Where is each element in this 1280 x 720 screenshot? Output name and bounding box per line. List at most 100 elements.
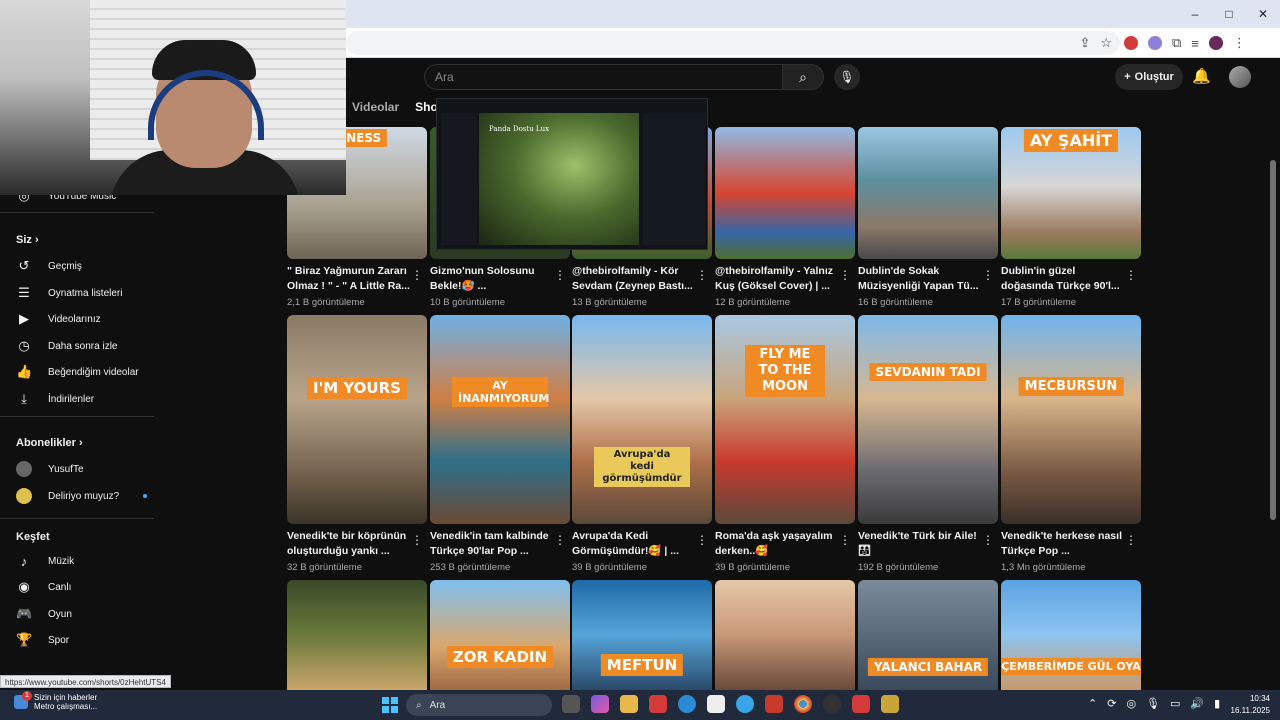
sidebar-item-music[interactable]: ♪ Müzik xyxy=(16,551,74,571)
sidebar-heading-subscriptions[interactable]: Abonelikler › xyxy=(16,437,83,449)
video-thumbnail[interactable] xyxy=(715,127,855,259)
sidebar-item-subscription[interactable]: Deliriyo muyuz? xyxy=(16,486,148,506)
edge-icon[interactable] xyxy=(678,695,696,713)
app-icon[interactable] xyxy=(765,695,783,713)
chevron-up-icon[interactable]: ⌃ xyxy=(1088,697,1097,710)
tray-app-icon[interactable]: ⟳ xyxy=(1107,697,1116,710)
notifications-bell-icon[interactable]: 🔔 xyxy=(1192,67,1211,85)
more-options-icon[interactable]: ⋮ xyxy=(554,268,566,282)
app-icon[interactable] xyxy=(736,695,754,713)
tab-videos[interactable]: Videolar xyxy=(352,100,399,122)
video-thumbnail[interactable]: FLY ME TO THE MOON xyxy=(715,315,855,524)
news-widget[interactable]: 1 Sizin için haberler Metro çalışması... xyxy=(14,691,97,711)
more-options-icon[interactable]: ⋮ xyxy=(411,533,423,547)
more-options-icon[interactable]: ⋮ xyxy=(1125,533,1137,547)
video-title[interactable]: Roma'da aşk yaşayalım derken..🥰 xyxy=(715,529,839,559)
app-icon[interactable] xyxy=(823,695,841,713)
video-thumbnail[interactable]: I'M YOURS xyxy=(287,315,427,524)
taskbar-clock[interactable]: 10:34 16.11.2025 xyxy=(1226,693,1270,717)
search-button[interactable]: ⌕ xyxy=(782,64,824,90)
video-title[interactable]: " Biraz Yağmurun Zararı Olmaz ! " - " A L… xyxy=(287,264,411,294)
view-count: 10 B görüntüleme xyxy=(430,297,505,308)
sidebar-item-label: Spor xyxy=(48,634,70,646)
tray-app-icon[interactable]: ◎ xyxy=(1126,697,1136,710)
app-icon[interactable] xyxy=(852,695,870,713)
account-avatar[interactable] xyxy=(1229,66,1251,88)
video-title[interactable]: @thebirolfamily - Kör Sevdam (Zeynep Bast… xyxy=(572,264,696,294)
bookmark-star-icon[interactable]: ☆ xyxy=(1100,35,1112,51)
extension-icon[interactable] xyxy=(1124,36,1138,50)
video-thumbnail[interactable]: YALANCI BAHAR xyxy=(858,580,998,690)
sidebar-item-history[interactable]: ↺ Geçmiş xyxy=(16,256,82,276)
more-options-icon[interactable]: ⋮ xyxy=(982,268,994,282)
voice-search-button[interactable]: 🎙 xyxy=(834,64,860,90)
file-explorer-icon[interactable] xyxy=(620,695,638,713)
reading-list-icon[interactable]: ≡ xyxy=(1191,36,1199,51)
sidebar-item-subscription[interactable]: YusufTe xyxy=(16,459,84,479)
video-thumbnail[interactable]: MECBURSUN xyxy=(1001,315,1141,524)
sidebar-item-liked-videos[interactable]: 👍 Beğendiğim videolar xyxy=(16,362,139,382)
sidebar-item-sports[interactable]: 🏆 Spor xyxy=(16,630,69,650)
video-thumbnail[interactable] xyxy=(858,127,998,259)
close-button[interactable]: ✕ xyxy=(1246,0,1280,28)
store-icon[interactable] xyxy=(707,695,725,713)
battery-icon[interactable]: ▮ xyxy=(1214,697,1220,710)
start-button[interactable] xyxy=(382,697,398,713)
minimize-button[interactable]: – xyxy=(1178,0,1212,28)
more-options-icon[interactable]: ⋮ xyxy=(1125,268,1137,282)
app-icon[interactable] xyxy=(649,695,667,713)
taskbar-search[interactable]: ⌕ Ara xyxy=(406,694,552,716)
video-title[interactable]: Venedik'te bir köprünün oluşturduğu yankı… xyxy=(287,529,411,559)
sidebar-item-your-videos[interactable]: ▶ Videolarınız xyxy=(16,309,101,329)
more-options-icon[interactable]: ⋮ xyxy=(411,268,423,282)
channel-avatar xyxy=(16,488,32,504)
sidebar-item-live[interactable]: ◉ Canlı xyxy=(16,577,71,597)
more-options-icon[interactable]: ⋮ xyxy=(839,533,851,547)
video-thumbnail[interactable]: MEFTUN xyxy=(572,580,712,690)
more-options-icon[interactable]: ⋮ xyxy=(554,533,566,547)
video-title[interactable]: Dublin'in güzel doğasında Türkçe 90'l... xyxy=(1001,264,1125,294)
app-icon[interactable] xyxy=(881,695,899,713)
video-thumbnail[interactable]: AY ŞAHİT xyxy=(1001,127,1141,259)
more-options-icon[interactable]: ⋮ xyxy=(696,268,708,282)
view-count: 12 B görüntüleme xyxy=(715,297,790,308)
video-thumbnail[interactable]: ÇEMBERİMDE GÜL OYA xyxy=(1001,580,1141,690)
more-options-icon[interactable]: ⋮ xyxy=(839,268,851,282)
volume-icon[interactable]: 🔊 xyxy=(1190,697,1204,710)
video-thumbnail[interactable]: Avrupa'da kedi görmüşümdür xyxy=(572,315,712,524)
video-thumbnail[interactable] xyxy=(287,580,427,690)
video-title[interactable]: Gizmo'nun Solosunu Bekle!🥵 ... xyxy=(430,264,554,294)
more-options-icon[interactable]: ⋮ xyxy=(982,533,994,547)
sidebar-item-downloads[interactable]: ⤓ İndirilenler xyxy=(16,389,94,409)
video-thumbnail[interactable]: SEVDANIN TADI xyxy=(858,315,998,524)
search-input[interactable]: Ara xyxy=(424,64,782,90)
video-title[interactable]: Venedik'te herkese nasıl Türkçe Pop ... xyxy=(1001,529,1125,559)
more-options-icon[interactable]: ⋮ xyxy=(696,533,708,547)
sidebar-item-watch-later[interactable]: ◷ Daha sonra izle xyxy=(16,336,117,356)
copilot-icon[interactable] xyxy=(591,695,609,713)
sidebar-heading-you[interactable]: Siz › xyxy=(16,234,39,246)
install-app-icon[interactable]: ⇪ xyxy=(1079,35,1090,51)
address-bar[interactable]: ⇪ ☆ xyxy=(346,31,1120,55)
video-thumbnail[interactable] xyxy=(715,580,855,690)
video-title[interactable]: Avrupa'da Kedi Görmüşümdür!🥰 | ... xyxy=(572,529,696,559)
sidebar-item-playlists[interactable]: ☰ Oynatma listeleri xyxy=(16,283,122,303)
video-title[interactable]: Venedik'te Türk bir Aile! 👨‍👩‍👧 xyxy=(858,529,982,559)
video-title[interactable]: Venedik'in tam kalbinde Türkçe 90'lar Pop… xyxy=(430,529,554,559)
profile-icon[interactable] xyxy=(1208,36,1223,50)
sidebar-item-gaming[interactable]: 🎮 Oyun xyxy=(16,604,72,624)
task-view-icon[interactable] xyxy=(562,695,580,713)
network-icon[interactable]: ▭ xyxy=(1170,697,1180,710)
extension-icon[interactable] xyxy=(1148,36,1162,50)
page-scrollbar[interactable] xyxy=(1270,160,1276,520)
menu-icon[interactable]: ⋮ xyxy=(1233,35,1246,51)
puzzle-icon[interactable]: ⧉ xyxy=(1172,35,1181,51)
video-title[interactable]: @thebirolfamily - Yalnız Kuş (Göksel Cove… xyxy=(715,264,839,294)
video-thumbnail[interactable]: AY İNANMIYORUM xyxy=(430,315,570,524)
create-button[interactable]: + Oluştur xyxy=(1115,64,1183,90)
video-title[interactable]: Dublin'de Sokak Müzisyenliği Yapan Tü... xyxy=(858,264,982,294)
maximize-button[interactable]: □ xyxy=(1212,0,1246,28)
video-thumbnail[interactable]: ZOR KADIN xyxy=(430,580,570,690)
mic-icon[interactable]: 🎙 xyxy=(1146,697,1160,710)
chrome-icon[interactable] xyxy=(794,695,812,713)
